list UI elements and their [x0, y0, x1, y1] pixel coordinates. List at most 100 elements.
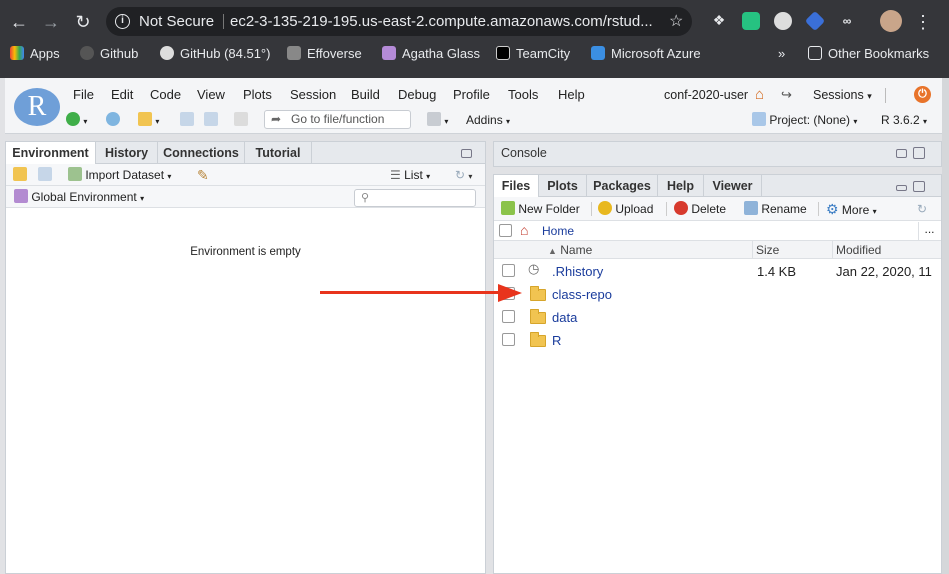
table-row[interactable]: ◷ .Rhistory 1.4 KB Jan 22, 2020, 11 — [494, 260, 942, 283]
row-checkbox[interactable] — [502, 310, 515, 323]
bookmark-other[interactable]: Other Bookmarks — [808, 44, 929, 64]
save-all-button[interactable] — [204, 112, 218, 128]
infinity-extension-icon[interactable]: ∞ — [838, 12, 856, 30]
chevron-down-icon: ▾ — [167, 172, 172, 181]
console-title[interactable]: Console — [501, 146, 547, 160]
bookmark-agatha-glass[interactable]: Agatha Glass — [382, 44, 480, 64]
new-folder-button[interactable]: New Folder — [501, 201, 580, 217]
file-name-link[interactable]: .Rhistory — [552, 264, 603, 280]
row-checkbox[interactable] — [502, 333, 515, 346]
list-view-menu[interactable]: ☰ List ▾ — [390, 167, 430, 183]
sessions-menu[interactable]: Sessions ▾ — [813, 86, 872, 104]
save-button[interactable] — [180, 112, 194, 128]
bookmarks-overflow[interactable]: » — [778, 44, 785, 64]
url-text[interactable]: ec2-3-135-219-195.us-east-2.compute.amaz… — [230, 7, 660, 36]
file-name-link[interactable]: class-repo — [552, 287, 612, 303]
select-all-checkbox[interactable] — [499, 224, 512, 237]
power-icon[interactable]: ⏻ — [914, 86, 931, 103]
graduation-extension-icon[interactable] — [804, 10, 826, 32]
tab-connections[interactable]: Connections — [158, 142, 245, 164]
r-version-menu[interactable]: R 3.6.2 ▾ — [881, 112, 927, 128]
evernote-extension-icon[interactable] — [742, 12, 760, 30]
bookmark-github-8451[interactable]: GitHub (84.51°) — [160, 44, 270, 64]
tab-plots[interactable]: Plots — [539, 175, 587, 197]
global-environment-menu[interactable]: Global Environment ▾ — [14, 189, 144, 205]
breadcrumb-more-button[interactable]: ... — [918, 222, 940, 240]
refresh-icon[interactable]: ↻ ▾ — [455, 167, 472, 183]
circle-extension-icon[interactable] — [774, 12, 792, 30]
pane-layout-button[interactable]: ▾ — [427, 112, 448, 128]
menu-build[interactable]: Build — [351, 86, 380, 104]
refresh-files-icon[interactable]: ↻ — [917, 201, 927, 217]
addins-menu[interactable]: Addins ▾ — [466, 112, 510, 128]
gear-icon: ⚙ — [826, 201, 839, 217]
tab-environment[interactable]: Environment — [6, 142, 96, 165]
profile-avatar[interactable] — [880, 10, 902, 32]
tab-tutorial[interactable]: Tutorial — [245, 142, 312, 164]
bookmark-apps[interactable]: Apps — [10, 44, 60, 64]
row-checkbox[interactable] — [502, 264, 515, 277]
tab-files[interactable]: Files — [494, 175, 539, 198]
goto-file-input[interactable]: ➦ Go to file/function — [264, 110, 411, 129]
table-row[interactable]: R — [494, 329, 942, 352]
file-name-link[interactable]: data — [552, 310, 577, 326]
minimize-pane-icon[interactable] — [461, 149, 472, 158]
menu-tools[interactable]: Tools — [508, 86, 538, 104]
file-name-link[interactable]: R — [552, 333, 561, 349]
menu-plots[interactable]: Plots — [243, 86, 272, 104]
teamcity-icon — [496, 46, 510, 60]
tab-history[interactable]: History — [96, 142, 158, 164]
new-file-button[interactable]: ▾ — [66, 112, 87, 128]
environment-search-input[interactable]: ⚲ — [354, 189, 476, 207]
menu-code[interactable]: Code — [150, 86, 181, 104]
import-dataset-button[interactable]: Import Dataset ▾ — [68, 167, 171, 183]
bookmark-effoverse[interactable]: Effoverse — [287, 44, 362, 64]
rename-button[interactable]: Rename — [744, 201, 807, 217]
print-button[interactable] — [234, 112, 248, 128]
delete-button[interactable]: Delete — [674, 201, 726, 217]
table-row[interactable]: data — [494, 306, 942, 329]
sign-out-icon[interactable]: ↪ — [781, 86, 792, 104]
column-header-name[interactable]: ▲ Name — [548, 243, 592, 257]
project-menu[interactable]: Project: (None) ▾ — [752, 112, 857, 128]
browser-scrollbar[interactable] — [942, 78, 949, 574]
omnibox[interactable]: i Not Secure ec2-3-135-219-195.us-east-2… — [106, 7, 692, 36]
breadcrumb-home[interactable]: Home — [542, 224, 574, 238]
menu-help[interactable]: Help — [558, 86, 585, 104]
back-icon[interactable]: ← — [8, 11, 30, 33]
minimize-files-icon[interactable] — [896, 185, 907, 191]
minimize-console-icon[interactable] — [896, 149, 907, 158]
save-workspace-button[interactable] — [38, 167, 52, 183]
load-workspace-button[interactable] — [13, 167, 27, 183]
menu-profile[interactable]: Profile — [453, 86, 490, 104]
star-icon[interactable]: ☆ — [669, 7, 683, 36]
new-project-button[interactable] — [106, 112, 120, 128]
forward-icon[interactable]: → — [40, 11, 62, 33]
more-menu[interactable]: ⚙ More ▾ — [826, 201, 877, 217]
maximize-files-icon[interactable] — [913, 181, 925, 192]
maximize-console-icon[interactable] — [913, 147, 925, 159]
menu-session[interactable]: Session — [290, 86, 336, 104]
info-icon[interactable]: i — [115, 14, 130, 29]
reload-icon[interactable]: ↻ — [72, 11, 94, 33]
open-file-button[interactable]: ▾ — [138, 112, 159, 128]
tab-help[interactable]: Help — [658, 175, 704, 197]
tab-packages[interactable]: Packages — [587, 175, 658, 197]
menu-edit[interactable]: Edit — [111, 86, 133, 104]
bookmark-teamcity[interactable]: TeamCity — [496, 44, 570, 64]
column-header-size[interactable]: Size — [756, 243, 779, 257]
bookmark-azure[interactable]: Microsoft Azure — [591, 44, 701, 64]
home-icon[interactable]: ⌂ — [755, 86, 764, 104]
menu-view[interactable]: View — [197, 86, 225, 104]
column-header-modified[interactable]: Modified — [836, 243, 881, 257]
tab-viewer[interactable]: Viewer — [704, 175, 762, 197]
table-row[interactable]: class-repo — [494, 283, 942, 306]
upload-button[interactable]: Upload — [598, 201, 653, 217]
folder-icon — [530, 332, 546, 347]
kebab-menu-icon[interactable]: ⋮ — [912, 11, 934, 33]
dropbox-extension-icon[interactable]: ❖ — [710, 12, 728, 30]
bookmark-github[interactable]: Github — [80, 44, 138, 64]
menu-debug[interactable]: Debug — [398, 86, 436, 104]
menu-file[interactable]: File — [73, 86, 94, 104]
clear-workspace-button[interactable]: ✎ — [197, 167, 209, 183]
